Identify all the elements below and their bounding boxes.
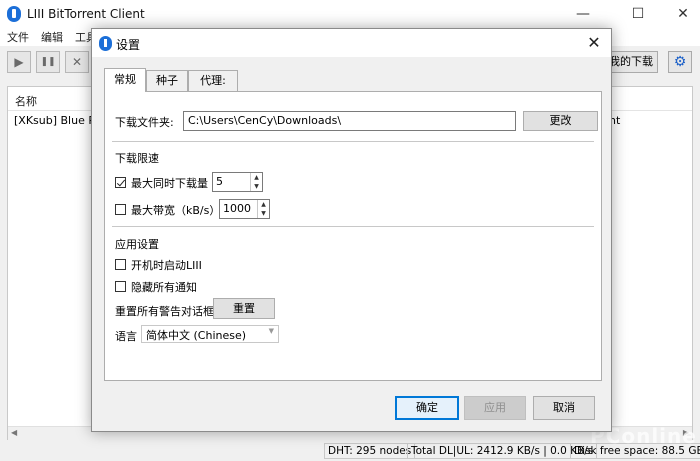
reset-warnings-button[interactable]: 重置	[213, 298, 275, 319]
chevron-down-icon: ▼	[268, 327, 274, 335]
separator	[112, 226, 594, 227]
hide-notifications-label: 隐藏所有通知	[131, 281, 197, 294]
dialog-title: 设置	[116, 38, 141, 52]
spin-up-icon[interactable]: ▲	[251, 173, 262, 182]
tab-torrents[interactable]: 种子	[146, 70, 188, 91]
minimize-button[interactable]: —	[560, 0, 606, 28]
start-on-boot-checkbox[interactable]	[115, 259, 126, 270]
menu-edit[interactable]: 编辑	[41, 29, 63, 45]
maximize-button[interactable]: ☐	[615, 0, 661, 28]
max-downloads-checkbox[interactable]	[115, 177, 126, 188]
status-total-rate: Total DL|UL: 2412.9 KB/s | 0.0 KB/s	[407, 443, 598, 459]
change-folder-button[interactable]: 更改	[523, 111, 598, 131]
hide-notifications-checkbox[interactable]	[115, 281, 126, 292]
settings-dialog: 设置 ✕ 常规 种子 代理: 下载文件夹: C:\Users\CenCy\Dow…	[91, 28, 612, 432]
cancel-button[interactable]: 取消	[533, 396, 595, 420]
menu-file[interactable]: 文件	[7, 29, 29, 45]
remove-button[interactable]: ✕	[65, 51, 89, 73]
app-settings-title: 应用设置	[115, 238, 159, 251]
dialog-logo-icon	[99, 36, 112, 51]
download-folder-label: 下载文件夹:	[115, 116, 174, 129]
general-settings-panel: 下载文件夹: C:\Users\CenCy\Downloads\ 更改 下载限速…	[104, 91, 602, 381]
rate-limit-title: 下载限速	[115, 152, 159, 165]
main-window-title: LIII BitTorrent Client	[27, 7, 145, 21]
spin-down-icon[interactable]: ▼	[251, 182, 262, 191]
close-window-button[interactable]: ✕	[660, 0, 700, 28]
max-bandwidth-value[interactable]: 1000	[223, 202, 251, 215]
column-header-name[interactable]: 名称	[15, 93, 37, 109]
max-downloads-stepper[interactable]: 5 ▲ ▼	[212, 172, 263, 192]
main-title-bar: LIII BitTorrent Client — ☐ ✕	[0, 0, 700, 28]
app-logo-icon	[7, 6, 21, 22]
spin-down-icon[interactable]: ▼	[258, 209, 269, 218]
apply-button[interactable]: 应用	[464, 396, 526, 420]
separator	[112, 141, 594, 142]
scroll-left-icon[interactable]: ◀	[11, 428, 17, 437]
download-folder-field[interactable]: C:\Users\CenCy\Downloads\	[183, 111, 516, 131]
max-downloads-value[interactable]: 5	[216, 175, 223, 188]
max-downloads-label: 最大同时下载量	[131, 177, 208, 190]
dialog-title-bar: 设置 ✕	[92, 29, 611, 57]
max-bandwidth-checkbox[interactable]	[115, 204, 126, 215]
spin-up-icon[interactable]: ▲	[258, 200, 269, 209]
max-bandwidth-label: 最大带宽（kB/s）	[131, 204, 221, 217]
language-label: 语言	[115, 330, 137, 343]
play-button[interactable]: ▶	[7, 51, 31, 73]
settings-gear-icon[interactable]: ⚙	[668, 51, 692, 73]
pause-button[interactable]: ❚❚	[36, 51, 60, 73]
reset-warnings-label: 重置所有警告对话框	[115, 305, 214, 318]
ok-button[interactable]: 确定	[395, 396, 459, 420]
tab-general[interactable]: 常规	[104, 68, 146, 92]
language-select[interactable]: 简体中文 (Chinese) ▼	[141, 325, 279, 343]
max-bandwidth-stepper[interactable]: 1000 ▲ ▼	[219, 199, 270, 219]
start-on-boot-label: 开机时启动LIII	[131, 259, 202, 272]
dialog-close-icon[interactable]: ✕	[577, 29, 611, 57]
tab-proxy[interactable]: 代理:	[188, 70, 238, 91]
status-dht: DHT: 295 nodes	[324, 443, 416, 459]
language-value: 简体中文 (Chinese)	[146, 329, 247, 342]
